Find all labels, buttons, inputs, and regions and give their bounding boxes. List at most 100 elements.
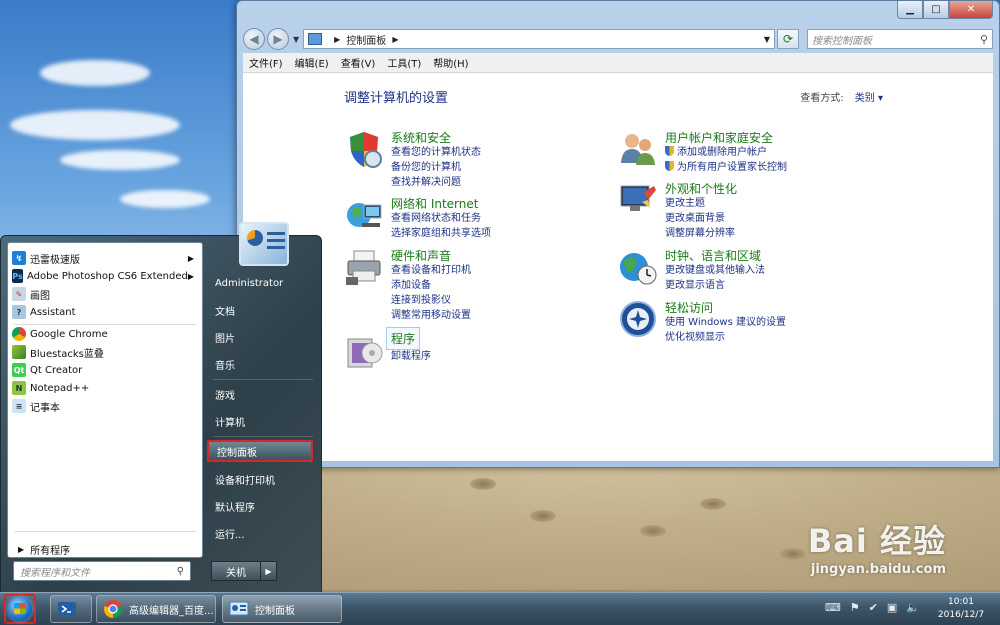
category-title[interactable]: 网络和 Internet (391, 195, 478, 212)
history-dropdown-icon[interactable]: ▼ (293, 35, 299, 44)
program-item[interactable]: Google Chrome (10, 325, 200, 343)
category-title[interactable]: 用户帐户和家庭安全 (665, 129, 773, 146)
category-link[interactable]: 更改桌面背景 (665, 211, 735, 226)
breadcrumb-arrow-icon[interactable]: ▶ (334, 35, 340, 44)
menu-tools[interactable]: 工具(T) (387, 55, 421, 70)
computer-link[interactable]: 计算机 (213, 410, 313, 432)
program-item[interactable]: Ps Adobe Photoshop CS6 Extended ▶ (10, 267, 200, 285)
menu-help[interactable]: 帮助(H) (433, 55, 468, 70)
category-link[interactable]: 更改显示语言 (665, 278, 765, 293)
run-link[interactable]: 运行... (213, 522, 313, 544)
category-title[interactable]: 外观和个性化 (665, 180, 737, 197)
windows-logo-icon (14, 603, 26, 614)
view-mode-select[interactable]: 类别 ▾ (855, 93, 883, 104)
shutdown-options-icon[interactable]: ▶ (261, 561, 277, 581)
address-dropdown-icon[interactable]: ▼ (764, 35, 770, 44)
menu-view[interactable]: 查看(V) (341, 55, 376, 70)
category-link[interactable]: 更改主题 (665, 196, 735, 211)
action-center-icon[interactable]: ⚑ (850, 601, 860, 614)
address-bar[interactable]: ▶ 控制面板 ▶ ▼ (303, 29, 775, 49)
category-link[interactable]: 调整常用移动设置 (391, 308, 471, 323)
clock-globe-icon (620, 253, 657, 285)
shutdown-group: 关机 ▶ (211, 561, 277, 581)
category-link[interactable]: 为所有用户设置家长控制 (665, 160, 787, 175)
minimize-button[interactable]: ▁ (897, 1, 923, 19)
user-name-link[interactable]: Administrator (213, 272, 313, 294)
program-item[interactable]: Qt Qt Creator (10, 361, 200, 379)
taskbar-task-chrome[interactable]: 高级编辑器_百度... (96, 595, 216, 623)
menu-file[interactable]: 文件(F) (249, 55, 283, 70)
breadcrumb-arrow-icon[interactable]: ▶ (392, 35, 398, 44)
category-title[interactable]: 系统和安全 (391, 129, 451, 146)
program-item[interactable]: Bluestacks蓝叠 (10, 343, 200, 361)
menu-edit[interactable]: 编辑(E) (295, 55, 329, 70)
category-link[interactable]: 使用 Windows 建议的设置 (665, 315, 786, 330)
category-link[interactable]: 卸载程序 (391, 349, 431, 364)
category-link[interactable]: 优化视频显示 (665, 330, 786, 345)
network-icon[interactable]: ▣ (887, 601, 897, 614)
start-menu: ↯ 迅雷极速版 ▶ Ps Adobe Photoshop CS6 Extende… (0, 222, 322, 594)
breadcrumb-item[interactable]: 控制面板 (346, 32, 386, 47)
control-panel-icon (308, 33, 323, 45)
category-link[interactable]: 更改键盘或其他输入法 (665, 263, 765, 278)
documents-link[interactable]: 文档 (213, 299, 313, 321)
start-menu-programs: ↯ 迅雷极速版 ▶ Ps Adobe Photoshop CS6 Extende… (7, 242, 203, 558)
program-item[interactable]: ? Assistant (10, 303, 200, 321)
program-item[interactable]: ✎ 画图 (10, 285, 200, 303)
category-link[interactable]: 查看设备和打印机 (391, 263, 471, 278)
program-label: 画图 (30, 290, 50, 302)
default-programs-link[interactable]: 默认程序 (213, 495, 313, 517)
search-input[interactable]: 搜索控制面板 ⚲ (807, 29, 993, 49)
refresh-button[interactable]: ⟳ (777, 29, 799, 49)
category-link[interactable]: 选择家庭组和共享选项 (391, 226, 491, 241)
category-link[interactable]: 调整屏幕分辨率 (665, 226, 735, 241)
shutdown-button[interactable]: 关机 (211, 561, 261, 581)
all-programs-button[interactable]: ▶ 所有程序 (18, 542, 70, 557)
back-button[interactable]: ◀ (243, 28, 265, 50)
control-panel-link[interactable]: 控制面板 (207, 440, 313, 462)
category-link[interactable]: 连接到投影仪 (391, 293, 471, 308)
program-item[interactable]: ↯ 迅雷极速版 ▶ (10, 249, 200, 267)
category-link[interactable]: 查看您的计算机状态 (391, 145, 481, 160)
start-button[interactable] (4, 594, 36, 624)
window-controls: ▁ □ ✕ (897, 1, 993, 19)
category-link[interactable]: 添加设备 (391, 278, 471, 293)
search-icon: ⚲ (176, 565, 184, 577)
forward-button[interactable]: ▶ (267, 28, 289, 50)
user-picture-line (267, 246, 285, 249)
watermark-logo: Bai 经验 (807, 522, 946, 560)
start-search-input[interactable]: 搜索程序和文件 ⚲ (13, 561, 191, 581)
chrome-icon (12, 327, 26, 341)
games-link[interactable]: 游戏 (213, 383, 313, 405)
view-mode: 查看方式: 类别 ▾ (800, 89, 883, 104)
program-item[interactable]: ≡ 记事本 (10, 397, 200, 415)
volume-icon[interactable]: 🔈 (906, 601, 920, 614)
category-title[interactable]: 硬件和声音 (391, 247, 451, 264)
keyboard-icon[interactable]: ⌨ (825, 601, 841, 614)
cloud (40, 60, 150, 86)
music-link[interactable]: 音乐 (213, 353, 313, 375)
category-link[interactable]: 查看网络状态和任务 (391, 211, 491, 226)
program-item[interactable]: N Notepad++ (10, 379, 200, 397)
category-link[interactable]: 备份您的计算机 (391, 160, 481, 175)
category-title[interactable]: 时钟、语言和区域 (665, 247, 761, 264)
uac-shield-icon (665, 146, 674, 156)
category-title[interactable]: 程序 (386, 327, 421, 350)
category-link[interactable]: 添加或删除用户帐户 (665, 145, 787, 160)
programs-icon (347, 338, 383, 368)
user-picture[interactable] (239, 222, 289, 266)
footprint (780, 548, 806, 560)
taskbar-task-control-panel[interactable]: 控制面板 (222, 595, 342, 623)
search-icon[interactable]: ⚲ (980, 33, 988, 46)
maximize-button[interactable]: □ (923, 1, 949, 19)
category-title[interactable]: 轻松访问 (665, 299, 713, 316)
cloud (10, 110, 180, 140)
close-button[interactable]: ✕ (949, 1, 993, 19)
devices-printers-link[interactable]: 设备和打印机 (213, 468, 313, 490)
taskbar-clock[interactable]: 10:01 2016/12/7 (928, 596, 994, 622)
bluestacks-icon (12, 345, 26, 359)
taskbar-powershell[interactable] (50, 595, 92, 623)
category-link[interactable]: 查找并解决问题 (391, 175, 481, 190)
security-icon[interactable]: ✔ (869, 601, 878, 614)
pictures-link[interactable]: 图片 (213, 326, 313, 348)
